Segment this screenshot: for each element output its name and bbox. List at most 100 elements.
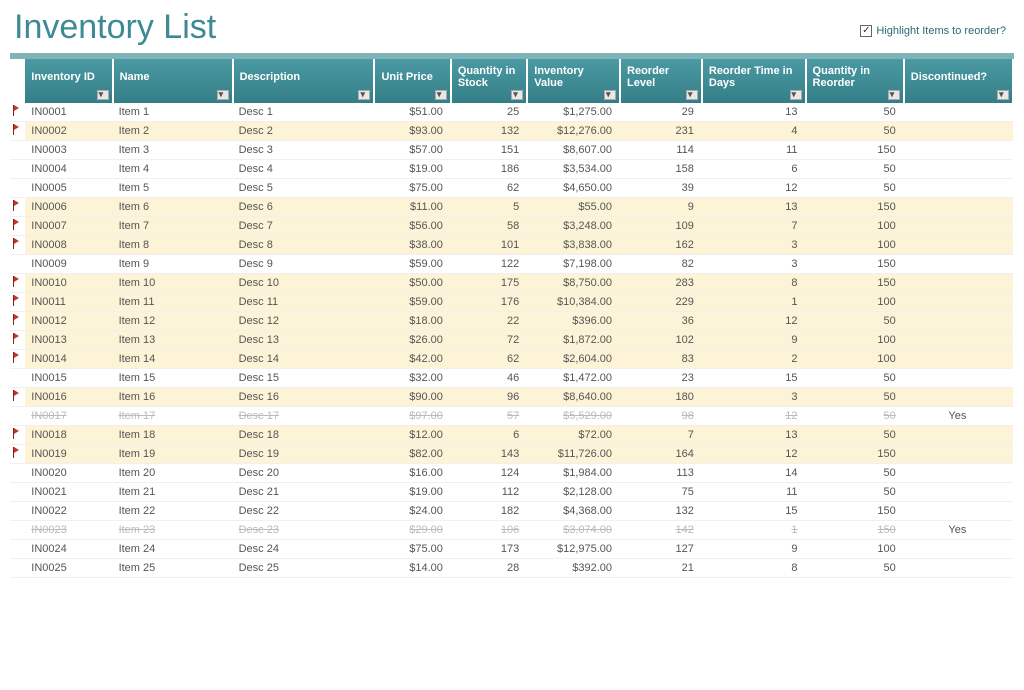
cell-price: $18.00: [374, 312, 450, 331]
table-row[interactable]: IN0002Item 2Desc 2$93.00132$12,276.00231…: [10, 122, 1013, 141]
filter-icon[interactable]: [97, 90, 109, 100]
filter-icon[interactable]: [686, 90, 698, 100]
cell-id: IN0010: [25, 274, 112, 293]
table-row[interactable]: IN0016Item 16Desc 16$90.0096$8,640.00180…: [10, 388, 1013, 407]
table-row[interactable]: IN0022Item 22Desc 22$24.00182$4,368.0013…: [10, 502, 1013, 521]
cell-stock: 57: [451, 407, 527, 426]
table-row[interactable]: IN0014Item 14Desc 14$42.0062$2,604.00832…: [10, 350, 1013, 369]
filter-icon[interactable]: [217, 90, 229, 100]
table-row[interactable]: IN0024Item 24Desc 24$75.00173$12,975.001…: [10, 540, 1013, 559]
table-row[interactable]: IN0008Item 8Desc 8$38.00101$3,838.001623…: [10, 236, 1013, 255]
filter-icon[interactable]: [888, 90, 900, 100]
table-row[interactable]: IN0006Item 6Desc 6$11.005$55.00913150: [10, 198, 1013, 217]
cell-reorder-time: 13: [702, 426, 806, 445]
cell-desc: Desc 8: [233, 236, 375, 255]
cell-desc: Desc 9: [233, 255, 375, 274]
flag-icon: [12, 124, 20, 135]
filter-icon[interactable]: [997, 90, 1009, 100]
cell-id: IN0007: [25, 217, 112, 236]
cell-value: $55.00: [527, 198, 620, 217]
table-row[interactable]: IN0015Item 15Desc 15$32.0046$1,472.00231…: [10, 369, 1013, 388]
col-header[interactable]: Reorder Level: [620, 59, 702, 103]
cell-value: $12,276.00: [527, 122, 620, 141]
table-row[interactable]: IN0010Item 10Desc 10$50.00175$8,750.0028…: [10, 274, 1013, 293]
table-row[interactable]: IN0021Item 21Desc 21$19.00112$2,128.0075…: [10, 483, 1013, 502]
table-row[interactable]: IN0003Item 3Desc 3$57.00151$8,607.001141…: [10, 141, 1013, 160]
cell-value: $8,640.00: [527, 388, 620, 407]
col-header[interactable]: Quantity in Reorder: [806, 59, 904, 103]
table-row[interactable]: IN0012Item 12Desc 12$18.0022$396.0036125…: [10, 312, 1013, 331]
table-row[interactable]: IN0023Item 23Desc 23$29.00106$3,074.0014…: [10, 521, 1013, 540]
cell-desc: Desc 3: [233, 141, 375, 160]
table-row[interactable]: IN0007Item 7Desc 7$56.0058$3,248.0010971…: [10, 217, 1013, 236]
cell-reorder-time: 6: [702, 160, 806, 179]
cell-qty-reorder: 100: [806, 540, 904, 559]
cell-name: Item 25: [113, 559, 233, 578]
table-row[interactable]: IN0005Item 5Desc 5$75.0062$4,650.0039125…: [10, 179, 1013, 198]
cell-reorder-level: 109: [620, 217, 702, 236]
filter-icon[interactable]: [604, 90, 616, 100]
cell-discontinued: [904, 350, 1013, 369]
table-row[interactable]: IN0001Item 1Desc 1$51.0025$1,275.0029135…: [10, 103, 1013, 122]
cell-name: Item 8: [113, 236, 233, 255]
col-header[interactable]: Inventory ID: [25, 59, 112, 103]
cell-discontinued: [904, 160, 1013, 179]
cell-price: $56.00: [374, 217, 450, 236]
cell-price: $14.00: [374, 559, 450, 578]
filter-icon[interactable]: [435, 90, 447, 100]
cell-qty-reorder: 50: [806, 483, 904, 502]
table-row[interactable]: IN0009Item 9Desc 9$59.00122$7,198.008231…: [10, 255, 1013, 274]
cell-discontinued: [904, 293, 1013, 312]
col-header[interactable]: Inventory Value: [527, 59, 620, 103]
cell-value: $8,750.00: [527, 274, 620, 293]
cell-id: IN0021: [25, 483, 112, 502]
col-header[interactable]: Quantity in Stock: [451, 59, 527, 103]
col-header[interactable]: Unit Price: [374, 59, 450, 103]
cell-qty-reorder: 100: [806, 236, 904, 255]
cell-stock: 176: [451, 293, 527, 312]
cell-reorder-time: 9: [702, 540, 806, 559]
cell-price: $38.00: [374, 236, 450, 255]
col-header[interactable]: Discontinued?: [904, 59, 1013, 103]
cell-value: $3,838.00: [527, 236, 620, 255]
highlight-toggle[interactable]: ✓ Highlight Items to reorder?: [860, 25, 1006, 37]
filter-icon[interactable]: [358, 90, 370, 100]
table-row[interactable]: IN0019Item 19Desc 19$82.00143$11,726.001…: [10, 445, 1013, 464]
cell-price: $82.00: [374, 445, 450, 464]
cell-price: $16.00: [374, 464, 450, 483]
cell-name: Item 17: [113, 407, 233, 426]
cell-value: $72.00: [527, 426, 620, 445]
cell-discontinued: [904, 312, 1013, 331]
cell-value: $7,198.00: [527, 255, 620, 274]
cell-discontinued: [904, 198, 1013, 217]
table-row[interactable]: IN0011Item 11Desc 11$59.00176$10,384.002…: [10, 293, 1013, 312]
table-row[interactable]: IN0013Item 13Desc 13$26.0072$1,872.00102…: [10, 331, 1013, 350]
cell-desc: Desc 19: [233, 445, 375, 464]
cell-reorder-level: 29: [620, 103, 702, 122]
cell-value: $1,472.00: [527, 369, 620, 388]
cell-name: Item 20: [113, 464, 233, 483]
cell-id: IN0019: [25, 445, 112, 464]
filter-icon[interactable]: [790, 90, 802, 100]
cell-name: Item 3: [113, 141, 233, 160]
cell-discontinued: [904, 217, 1013, 236]
table-row[interactable]: IN0020Item 20Desc 20$16.00124$1,984.0011…: [10, 464, 1013, 483]
table-row[interactable]: IN0017Item 17Desc 17$97.0057$5,529.00981…: [10, 407, 1013, 426]
cell-desc: Desc 22: [233, 502, 375, 521]
cell-reorder-level: 158: [620, 160, 702, 179]
cell-qty-reorder: 50: [806, 388, 904, 407]
table-row[interactable]: IN0004Item 4Desc 4$19.00186$3,534.001586…: [10, 160, 1013, 179]
cell-reorder-level: 75: [620, 483, 702, 502]
cell-discontinued: [904, 141, 1013, 160]
cell-discontinued: [904, 540, 1013, 559]
filter-icon[interactable]: [511, 90, 523, 100]
cell-desc: Desc 4: [233, 160, 375, 179]
table-row[interactable]: IN0025Item 25Desc 25$14.0028$392.0021850: [10, 559, 1013, 578]
col-header[interactable]: Reorder Time in Days: [702, 59, 806, 103]
table-row[interactable]: IN0018Item 18Desc 18$12.006$72.0071350: [10, 426, 1013, 445]
col-header[interactable]: Name: [113, 59, 233, 103]
flag-icon: [12, 447, 20, 458]
col-header[interactable]: Description: [233, 59, 375, 103]
cell-id: IN0022: [25, 502, 112, 521]
flag-icon: [12, 295, 20, 306]
